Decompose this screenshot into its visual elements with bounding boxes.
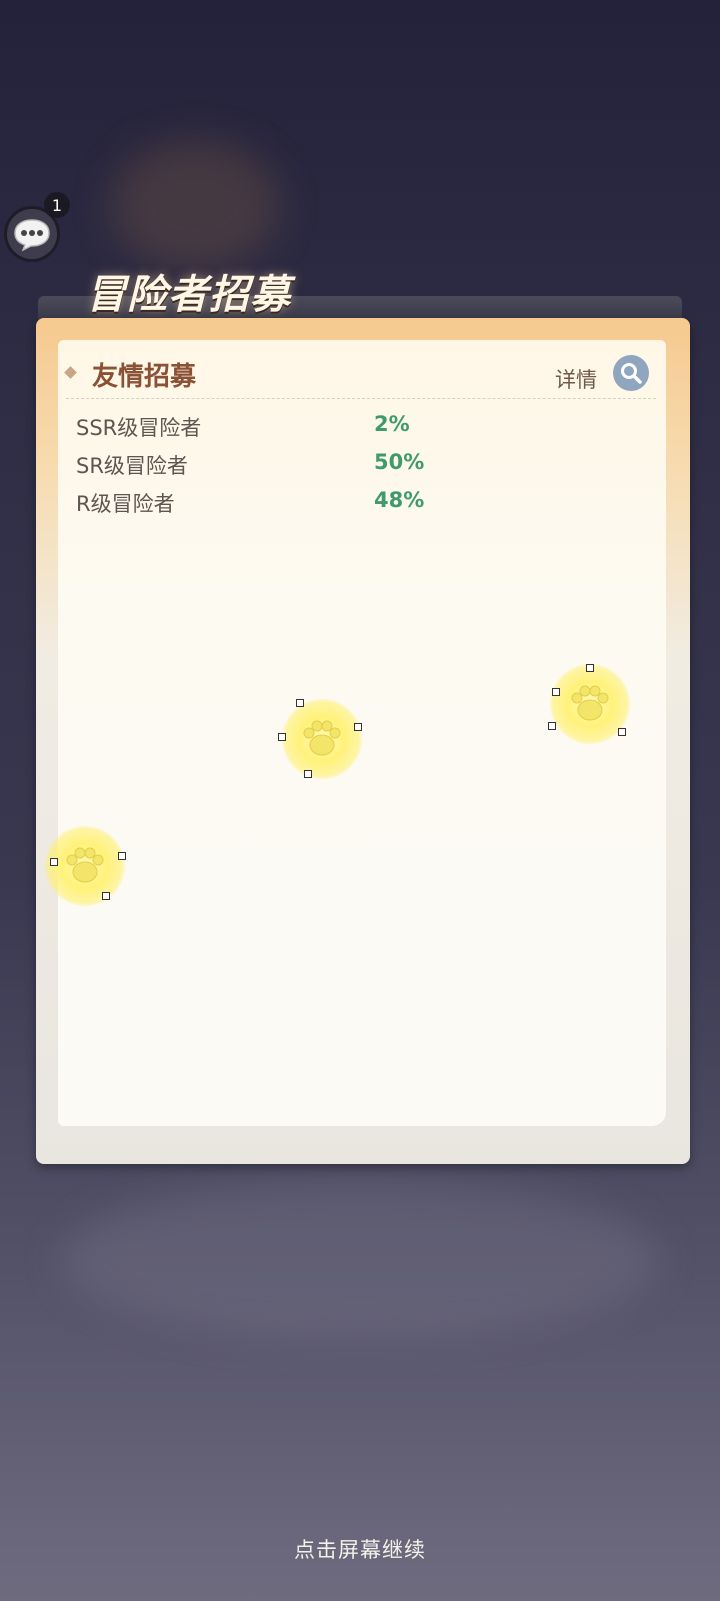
background-blur-shape: [60, 1180, 660, 1340]
search-icon: [621, 363, 642, 384]
sparkle-marker: [586, 664, 594, 672]
sparkle-marker: [304, 770, 312, 778]
page-title: 冒险者招募: [86, 272, 291, 318]
sparkle-marker: [50, 858, 58, 866]
background-blur-shape: [110, 140, 280, 270]
detail-button[interactable]: [613, 355, 649, 391]
rate-value: 48%: [374, 488, 425, 512]
rate-name: SSR级冒险者: [76, 416, 202, 440]
sparkle-marker: [118, 852, 126, 860]
rate-name: R级冒险者: [76, 492, 175, 516]
notification-badge: 1: [44, 192, 70, 218]
detail-link[interactable]: 详情: [555, 364, 597, 394]
rate-value: 50%: [374, 450, 425, 474]
sparkle-marker: [552, 688, 560, 696]
sparkle-marker: [296, 699, 304, 707]
rate-value: 2%: [374, 412, 410, 436]
divider: [66, 398, 656, 399]
sparkle-marker: [278, 733, 286, 741]
paw-effect-icon: [282, 699, 362, 779]
paw-effect-icon: [45, 826, 125, 906]
sparkle-marker: [548, 722, 556, 730]
sparkle-marker: [354, 723, 362, 731]
section-title: 友情招募: [92, 362, 197, 392]
rate-name: SR级冒险者: [76, 454, 188, 478]
sparkle-marker: [102, 892, 110, 900]
chat-bubble-icon: [14, 219, 50, 251]
sparkle-marker: [618, 728, 626, 736]
tap-to-continue[interactable]: 点击屏幕继续: [0, 1534, 720, 1564]
